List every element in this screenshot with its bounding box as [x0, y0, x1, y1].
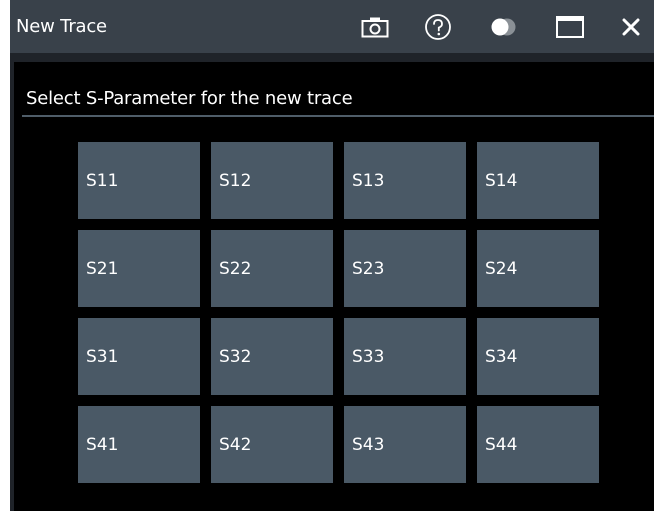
s12-button[interactable]: S12 [211, 142, 333, 219]
s44-button[interactable]: S44 [477, 406, 599, 483]
s22-button[interactable]: S22 [211, 230, 333, 307]
s24-button[interactable]: S24 [477, 230, 599, 307]
s11-button[interactable]: S11 [78, 142, 200, 219]
camera-icon[interactable] [360, 12, 390, 42]
s34-button[interactable]: S34 [477, 318, 599, 395]
s13-button[interactable]: S13 [344, 142, 466, 219]
help-icon[interactable] [423, 12, 453, 42]
s-parameter-panel: Select S-Parameter for the new trace S11… [14, 62, 654, 511]
s21-button[interactable]: S21 [78, 230, 200, 307]
dialog-title: New Trace [16, 16, 107, 37]
dialog-titlebar: New Trace [10, 0, 654, 53]
close-icon[interactable] [616, 12, 646, 42]
s14-button[interactable]: S14 [477, 142, 599, 219]
s42-button[interactable]: S42 [211, 406, 333, 483]
transparency-toggle-icon[interactable] [489, 12, 519, 42]
header-divider [22, 115, 654, 117]
s23-button[interactable]: S23 [344, 230, 466, 307]
s43-button[interactable]: S43 [344, 406, 466, 483]
panel-heading: Select S-Parameter for the new trace [26, 88, 353, 109]
new-trace-dialog: New Trace Select S-Parameter for the new… [10, 0, 654, 511]
s-parameter-grid: S11 S12 S13 S14 S21 S22 S23 S24 S31 S32 … [78, 142, 599, 483]
s31-button[interactable]: S31 [78, 318, 200, 395]
s32-button[interactable]: S32 [211, 318, 333, 395]
maximize-icon[interactable] [555, 12, 585, 42]
s41-button[interactable]: S41 [78, 406, 200, 483]
s33-button[interactable]: S33 [344, 318, 466, 395]
